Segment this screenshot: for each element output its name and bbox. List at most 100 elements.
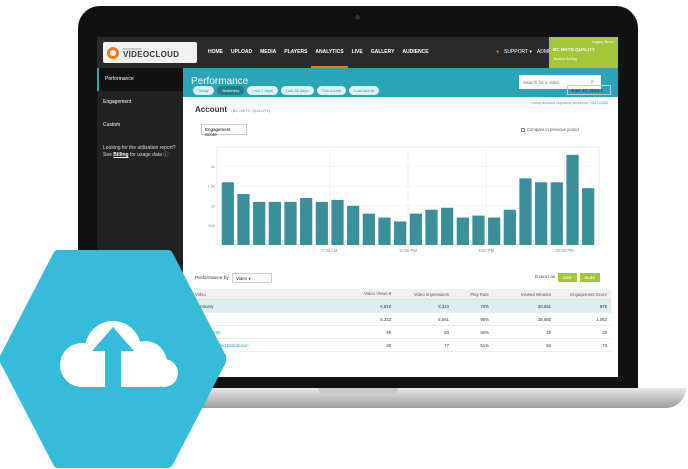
cell: 39 [386,342,391,348]
export-xlsx-button[interactable]: XLSX [579,273,600,282]
chart-bar [394,221,407,245]
table-header: Video Video Views ▾ Video Impressions Pl… [191,289,611,300]
nav-players[interactable]: PLAYERS [280,37,311,68]
sidebar-item-engagement[interactable]: Engagement [97,91,183,114]
account-switcher[interactable]: Legacy Studio BC MKTG QUALITY Jessica Hu… [549,37,618,68]
table-row[interactable]: Video · 00:56 49 53 92% 10 23 [191,326,611,339]
account-studio-label: Legacy Studio [591,40,614,44]
main-content: Performance ⌕ Today Yesterday Last 7 day… [183,68,618,377]
export-label: Export as [535,275,556,280]
cell: 39,551 [537,303,551,309]
table-row[interactable]: Party 5,323 5,591 95% 38,680 1,062 [191,313,611,326]
y-tick-label: 500 [208,223,215,228]
cell: 49 [386,329,391,335]
camera-dot [355,15,360,20]
nav-live[interactable]: LIVE [348,37,367,68]
cell: 92% [480,329,489,335]
y-tick-label: 2k [211,164,215,169]
x-tick-label: 10:00 PM [556,248,574,253]
chart-bar [237,194,250,245]
col-play-rate[interactable]: Play Rate [449,292,489,297]
sidebar-item-performance[interactable]: Performance [97,68,183,91]
y-tick-label: 1.5k [207,184,215,189]
table-row[interactable]: ...tions: Blended Distribution 39 77 51%… [191,339,611,352]
cell: 70% [480,303,489,309]
account-title: Account [195,105,227,114]
billing-link[interactable]: Billing [113,152,128,158]
col-viewed-minutes[interactable]: Viewed Minutes [489,292,551,297]
chart-bar [284,201,297,245]
filter-yesterday[interactable]: Yesterday [216,86,245,95]
chart-bar [566,154,579,245]
brand-logo[interactable]: brightcove VIDEOCLOUD [103,42,197,63]
nav-audience[interactable]: AUDIENCE [398,37,432,68]
cell: 77 [444,342,449,348]
cell: 73 [602,342,607,348]
cell: 976 [599,303,607,309]
cell: 94 [546,342,551,348]
nav-analytics[interactable]: ANALYTICS [311,37,348,68]
chart-bar [472,215,485,245]
utilization-note: Looking for the utilization report? See … [97,137,183,167]
engagement-chart: 2k 1.5k 1k 500 7:00 AM 10:00 PM 5:00 PM 10:00 P… [207,146,600,253]
main-nav: HOME UPLOAD MEDIA PLAYERS ANALYTICS LIVE… [204,37,433,68]
timezone-note: Using account reporting timezone: GMT-04… [531,101,608,105]
timezone-value[interactable]: GMT-0400 [590,101,608,105]
chart-bar [425,209,438,245]
logo-ring-icon [107,46,119,59]
chart-bar [582,188,595,245]
laptop-notch [318,388,398,394]
date-picker[interactable]: June 20, 2016 ▾ [567,85,611,95]
chart-bar [300,197,313,245]
account-subtitle: (BC MKTG QUALITY) [231,108,271,113]
info-icon: ⓘ [163,152,169,158]
export-csv-button[interactable]: CSV [558,273,577,282]
export-controls: Export as CSV XLSX [535,273,600,282]
cell: 1,062 [596,316,607,322]
cell: 23 [602,329,607,335]
account-user: Jessica Hurling [553,57,577,61]
account-name: BC MKTG QUALITY [553,47,595,52]
filter-last-7[interactable]: Last 7 days [247,86,278,95]
nav-upload[interactable]: UPLOAD [227,37,256,68]
filter-today[interactable]: Today [193,86,214,95]
sidebar-item-custom[interactable]: Custom [97,114,183,137]
chart-bar [221,182,234,245]
compare-checkbox[interactable] [521,127,525,132]
chart-bar [535,182,548,245]
x-tick-label: 7:00 AM [322,248,338,253]
cell: 38,680 [537,316,551,322]
notification-icon[interactable]: ● [496,49,499,55]
filter-last-30[interactable]: Last 30 days [280,86,314,95]
x-tick-label: 10:00 PM [399,248,417,253]
compare-toggle[interactable]: Compare to previous period [521,127,579,132]
timezone-label: Using account reporting timezone: [531,101,589,105]
performance-table: Video Video Views ▾ Video Impressions Pl… [191,289,611,352]
col-engagement-score[interactable]: Engagement Score [551,292,611,297]
upload-badge [0,250,226,468]
cell: 51% [480,342,489,348]
stage: brightcove VIDEOCLOUD HOME UPLOAD MEDIA … [0,0,688,469]
support-menu[interactable]: SUPPORT ▾ [504,49,532,55]
cell: 5,323 [380,316,391,322]
table-row: Summary 5,819 8,323 70% 39,551 976 [191,300,611,313]
cell: 10 [546,329,551,335]
cell: 95% [480,316,489,322]
performance-by-select[interactable]: Video ▾ [231,273,272,283]
nav-media[interactable]: MEDIA [256,37,280,68]
nav-gallery[interactable]: GALLERY [367,37,399,68]
chart-bar [488,217,501,245]
chart-bar [331,199,344,245]
cell: 53 [444,329,449,335]
filter-last-month[interactable]: Last month [349,86,380,95]
chart-bar [347,205,360,245]
utility-links: ● SUPPORT ▾ ADMIN ▾ [496,49,557,55]
nav-home[interactable]: HOME [204,37,227,68]
col-video-views[interactable]: Video Views ▾ [341,291,391,297]
metric-select[interactable]: Engagement Score [201,124,247,137]
x-tick-label: 5:00 PM [479,248,495,253]
y-tick-label: 1k [211,203,215,208]
col-impressions[interactable]: Video Impressions [391,292,449,297]
logo-main: VIDEOCLOUD [123,49,180,59]
filter-this-month[interactable]: This month [316,86,347,95]
